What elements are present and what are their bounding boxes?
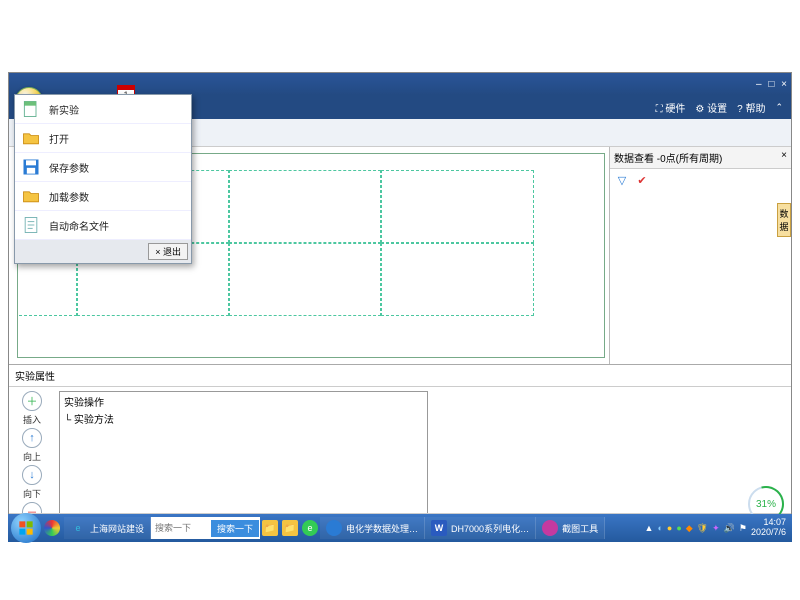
taskbar-app[interactable]: 电化学数据处理… bbox=[320, 517, 425, 539]
browser-pinned-icon[interactable]: e bbox=[302, 520, 318, 536]
filter-icon[interactable]: ▽ bbox=[614, 172, 630, 188]
tray-icon[interactable]: ▲ bbox=[645, 523, 654, 533]
menu-open[interactable]: 打开 bbox=[15, 124, 191, 153]
tray-icon[interactable]: ◐ bbox=[657, 523, 662, 533]
tree-root-item[interactable]: └ 实验方法 bbox=[64, 411, 423, 426]
taskbar-app[interactable]: W DH7000系列电化… bbox=[425, 517, 536, 539]
tray-shield-icon[interactable]: 🛡 bbox=[697, 523, 708, 534]
move-up-button[interactable]: ↑ bbox=[22, 428, 42, 448]
folder-icon bbox=[21, 186, 41, 206]
explorer-pinned-icon-2[interactable]: 📁 bbox=[282, 520, 298, 536]
minimize-button[interactable]: – bbox=[756, 79, 762, 90]
gear-icon: ⚙ bbox=[695, 104, 707, 115]
data-view-panel: 数据查看 -0点(所有周期) × ▽ ✔ bbox=[609, 147, 791, 364]
snip-icon bbox=[542, 520, 558, 536]
search-button[interactable]: 搜索一下 bbox=[211, 520, 259, 537]
operation-column: ＋ 插入 ↑ 向上 ↓ 向下 － 移除 ? Help bbox=[9, 387, 55, 513]
props-empty-area bbox=[432, 387, 791, 513]
panel-close-button[interactable]: × bbox=[781, 150, 787, 165]
collapse-ribbon-button[interactable]: ⌃ bbox=[775, 102, 783, 113]
experiment-props-header: 实验属性 bbox=[9, 365, 791, 387]
word-icon: W bbox=[431, 520, 447, 536]
start-button[interactable] bbox=[11, 513, 41, 543]
maximize-button[interactable]: □ bbox=[768, 79, 774, 90]
explorer-pinned-icon[interactable]: 📁 bbox=[262, 520, 278, 536]
network-icon: ⛶ bbox=[656, 104, 666, 115]
exit-button[interactable]: × 退出 bbox=[148, 243, 188, 260]
menu-auto-name[interactable]: 自动命名文件 bbox=[15, 211, 191, 240]
tray-icon[interactable]: ● bbox=[676, 523, 681, 533]
tray-icon[interactable]: ✦ bbox=[712, 523, 720, 534]
window-controls: – □ × bbox=[752, 79, 787, 90]
move-up-label: 向上 bbox=[23, 450, 41, 463]
menu-load-params[interactable]: 加载参数 bbox=[15, 182, 191, 211]
folder-open-icon bbox=[21, 128, 41, 148]
close-button[interactable]: × bbox=[781, 79, 787, 90]
system-tray: ▲ ◐ ● ● ◆ 🛡 ✦ 🔊 ⚑ 14:07 2020/7/6 bbox=[645, 518, 792, 538]
document-icon bbox=[21, 215, 41, 235]
taskbar-clock[interactable]: 14:07 2020/7/6 bbox=[751, 518, 786, 538]
help-link[interactable]: ? 帮助 bbox=[737, 100, 765, 115]
remove-button[interactable]: － bbox=[22, 502, 42, 513]
lower-body: ＋ 插入 ↑ 向上 ↓ 向下 － 移除 ? Help 实验操作 └ 实验方法 bbox=[9, 387, 791, 513]
windows-logo-icon bbox=[18, 520, 34, 536]
ie-icon: e bbox=[70, 520, 86, 536]
settings-link[interactable]: ⚙ 设置 bbox=[695, 100, 727, 115]
experiment-tree[interactable]: 实验操作 └ 实验方法 bbox=[59, 391, 428, 513]
pinned-app-icon[interactable] bbox=[44, 520, 60, 536]
data-view-tools: ▽ ✔ bbox=[610, 169, 791, 191]
tree-header: 实验操作 bbox=[64, 394, 423, 409]
taskbar: e 上海网站建设 搜索一下 📁 📁 e 电化学数据处理… W DH7000系列电… bbox=[8, 514, 792, 542]
data-view-header: 数据查看 -0点(所有周期) × bbox=[610, 147, 791, 169]
taskbar-ie-label: 上海网站建设 bbox=[90, 522, 144, 535]
file-menu: 新实验 打开 保存参数 加载参数 自动命名文件 × 退出 bbox=[14, 94, 192, 264]
hardware-link[interactable]: ⛶ 硬件 bbox=[656, 100, 686, 115]
taskbar-ie[interactable]: e 上海网站建设 bbox=[64, 517, 151, 539]
taskbar-search: 搜索一下 bbox=[151, 517, 260, 539]
taskbar-app[interactable]: 截图工具 bbox=[536, 517, 605, 539]
new-file-icon bbox=[21, 99, 41, 119]
tray-icon[interactable]: ◆ bbox=[686, 523, 693, 534]
lower-pane: 实验属性 ＋ 插入 ↑ 向上 ↓ 向下 － 移除 ? Help 实验操作 └ 实… bbox=[9, 365, 791, 513]
menu-save-params[interactable]: 保存参数 bbox=[15, 153, 191, 182]
data-side-tab[interactable]: 数据 bbox=[777, 203, 791, 237]
tray-icon[interactable]: ● bbox=[667, 523, 672, 533]
check-icon[interactable]: ✔ bbox=[634, 172, 650, 188]
move-down-button[interactable]: ↓ bbox=[22, 465, 42, 485]
insert-button[interactable]: ＋ bbox=[22, 391, 42, 411]
save-icon bbox=[21, 157, 41, 177]
file-menu-footer: × 退出 bbox=[15, 240, 191, 263]
insert-label: 插入 bbox=[23, 413, 41, 426]
app-icon bbox=[326, 520, 342, 536]
tray-volume-icon[interactable]: 🔊 bbox=[724, 523, 735, 534]
data-view-title: 数据查看 -0点(所有周期) bbox=[614, 150, 722, 165]
menu-new-experiment[interactable]: 新实验 bbox=[15, 95, 191, 124]
move-down-label: 向下 bbox=[23, 487, 41, 500]
search-input[interactable] bbox=[151, 521, 207, 535]
tray-flag-icon[interactable]: ⚑ bbox=[739, 523, 747, 534]
